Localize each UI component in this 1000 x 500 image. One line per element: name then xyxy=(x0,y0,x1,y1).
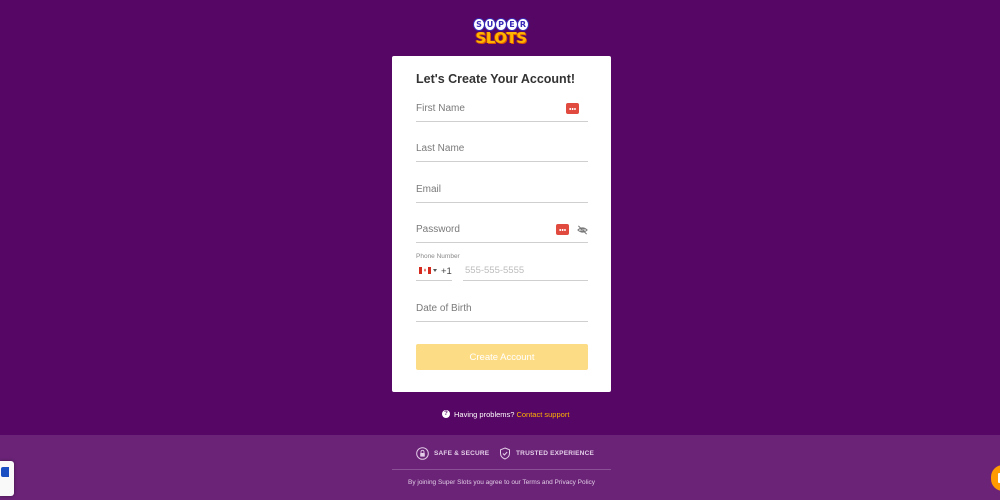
safe-secure-text: SAFE & SECURE xyxy=(434,450,490,457)
help-text: Having problems? xyxy=(454,409,515,419)
first-name-field[interactable]: First Name xyxy=(416,99,588,122)
phone-number-input[interactable] xyxy=(465,262,585,278)
canada-flag-icon xyxy=(419,267,431,274)
footer xyxy=(0,435,1000,500)
date-of-birth-placeholder: Date of Birth xyxy=(416,303,472,314)
trusted-experience-badge: TRUSTED EXPERIENCE xyxy=(499,447,594,460)
terms-text: By joining Super Slots you agree to our … xyxy=(407,479,596,486)
form-title: Let's Create Your Account! xyxy=(416,72,576,86)
safe-secure-badge: SAFE & SECURE xyxy=(416,447,489,460)
date-of-birth-field[interactable]: Date of Birth xyxy=(416,299,588,322)
shield-check-icon xyxy=(500,447,510,460)
recaptcha-icon xyxy=(1,467,9,477)
contact-support-link[interactable]: Contact support xyxy=(516,410,569,419)
password-field[interactable]: Password xyxy=(416,220,588,243)
chevron-down-icon xyxy=(433,269,437,272)
question-circle-icon: ? xyxy=(442,410,450,418)
create-account-button[interactable]: Create Account xyxy=(416,344,588,370)
dial-code: +1 xyxy=(441,266,452,277)
last-name-field[interactable]: Last Name xyxy=(416,139,588,162)
super-slots-logo[interactable]: S U P E R SLOTS xyxy=(471,14,531,47)
email-field[interactable]: Email xyxy=(416,180,588,203)
phone-number-label: Phone Number xyxy=(416,253,460,260)
signup-card: Let's Create Your Account! First Name La… xyxy=(392,56,611,392)
password-placeholder: Password xyxy=(416,224,460,235)
trusted-experience-text: TRUSTED EXPERIENCE xyxy=(516,450,595,457)
lock-icon xyxy=(416,447,429,460)
help-line: ? Having problems? Contact support xyxy=(442,408,569,420)
password-manager-icon[interactable] xyxy=(566,103,579,114)
eye-off-icon[interactable] xyxy=(577,224,588,236)
logo-slots-word: SLOTS xyxy=(475,29,527,47)
first-name-placeholder: First Name xyxy=(416,103,465,114)
password-manager-icon[interactable] xyxy=(556,224,569,235)
email-placeholder: Email xyxy=(416,184,442,195)
last-name-placeholder: Last Name xyxy=(416,143,465,154)
footer-divider xyxy=(392,469,611,470)
recaptcha-badge[interactable] xyxy=(0,461,14,496)
country-code-select[interactable]: +1 xyxy=(416,262,452,281)
phone-number-field xyxy=(463,262,588,281)
